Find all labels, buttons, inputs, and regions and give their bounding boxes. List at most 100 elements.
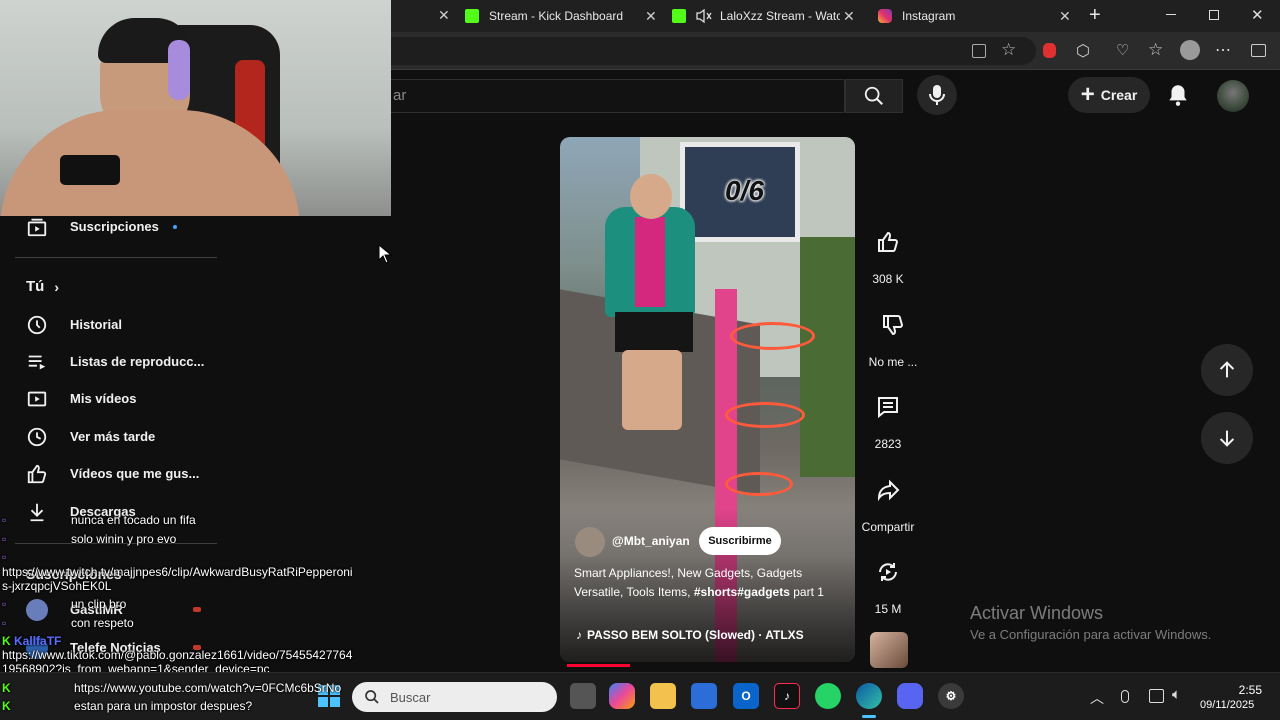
chat-message: https://www.tiktok.com/@pablo.gonzalez16… [2, 648, 353, 662]
extensions-icon[interactable]: ⬡ [1076, 41, 1090, 61]
chat-message: ▫ con respeto [2, 616, 134, 630]
mute-icon[interactable] [696, 9, 712, 23]
chat-message: ▫ un clip bro [2, 597, 126, 611]
short-video-player[interactable]: 0/6 @Mbt_aniyan Suscribirme Smart Applia… [560, 137, 855, 662]
music-info[interactable]: ♪ PASSO BEM SOLTO (Slowed) · ATLXS [576, 628, 804, 642]
arrow-up-icon [1219, 361, 1235, 378]
sidebar-item-liked-videos[interactable]: Vídeos que me gus... [0, 455, 230, 492]
thumbs-up-icon [878, 231, 899, 252]
sidebar-item-your-videos[interactable]: Mis vídeos [0, 380, 230, 417]
maximize-icon[interactable] [1209, 10, 1219, 20]
share-button[interactable] [865, 467, 911, 513]
volume-icon[interactable]: 🔈︎ [1172, 686, 1181, 703]
sidebar-item-history[interactable]: Historial [0, 306, 230, 343]
network-icon[interactable] [1149, 689, 1164, 703]
kick-badge-icon: K [2, 634, 11, 648]
search-button[interactable] [845, 79, 903, 113]
taskbar-search-placeholder: Buscar [390, 689, 431, 705]
channel-avatar[interactable] [575, 527, 605, 557]
favorite-star-icon[interactable]: ☆ [1001, 40, 1016, 60]
comments-action[interactable]: 2823 [848, 384, 928, 451]
sidebar-you-header[interactable]: Tú › [0, 268, 230, 305]
notifications-button[interactable] [1165, 82, 1191, 108]
edge-icon[interactable] [856, 683, 882, 709]
tab-close-icon[interactable]: ✕ [1059, 8, 1071, 25]
sidebar-item-watch-later[interactable]: Ver más tarde [0, 418, 230, 455]
tab-instagram[interactable]: Instagram ✕ [878, 0, 1073, 32]
next-short-button[interactable] [1201, 412, 1253, 464]
new-content-dot [172, 224, 177, 229]
more-options-icon[interactable]: ⋯ [1215, 40, 1232, 60]
phone-in-hand [60, 155, 120, 185]
thumbs-down-icon [883, 315, 904, 336]
copilot-icon[interactable] [609, 683, 635, 709]
chat-text: con respeto [70, 616, 134, 630]
settings-gear-icon[interactable]: ⚙ [938, 683, 964, 709]
outlook-icon[interactable]: O [733, 683, 759, 709]
profile-icon[interactable] [1180, 40, 1200, 60]
browser-essentials-icon[interactable]: ♡ [1116, 41, 1129, 59]
headset-purple [168, 40, 190, 100]
previous-short-button[interactable] [1201, 344, 1253, 396]
tab-close-icon[interactable]: ✕ [843, 8, 855, 25]
minimize-icon[interactable] [1166, 14, 1176, 15]
like-button[interactable] [865, 219, 911, 265]
avatar[interactable] [1217, 80, 1249, 112]
store-icon[interactable] [691, 683, 717, 709]
sidebar-item-playlists[interactable]: Listas de reproducc... [0, 343, 230, 380]
file-explorer-icon[interactable] [650, 683, 676, 709]
new-tab-icon[interactable]: + [1089, 4, 1101, 27]
close-window-icon[interactable]: ✕ [1251, 6, 1264, 24]
you-label: Tú [26, 278, 45, 295]
dislike-action[interactable]: No me ... [853, 302, 933, 369]
search-icon [864, 86, 883, 105]
tab-laloxzz-stream[interactable]: LaloXzz Stream - Watch L ✕ [672, 0, 867, 32]
chat-text: un clip bro [70, 597, 127, 611]
address-bar-input[interactable] [391, 37, 1036, 65]
channel-handle[interactable]: @Mbt_aniyan [612, 534, 690, 548]
share-action[interactable]: Compartir [848, 467, 928, 534]
search-input[interactable]: ar [391, 79, 845, 113]
dislike-button[interactable] [870, 302, 916, 348]
microphone-tray-icon[interactable] [1121, 690, 1129, 703]
create-button[interactable]: + Crear [1068, 77, 1150, 113]
chevron-up-icon[interactable]: ︿ [1090, 688, 1104, 708]
sidebar-toggle-icon[interactable] [1251, 44, 1266, 57]
music-label: PASSO BEM SOLTO (Slowed) · ATLXS [587, 628, 804, 642]
tab-kick-dashboard[interactable]: Stream - Kick Dashboard ✕ [465, 0, 660, 32]
live-dot [192, 607, 201, 612]
comments-button[interactable] [865, 384, 911, 430]
chat-message: ▫ solo winin y pro evo [2, 532, 176, 546]
description-hashtags[interactable]: #shorts#gadgets [694, 585, 790, 599]
remix-button[interactable] [865, 549, 911, 595]
tab-close-icon[interactable]: ✕ [438, 7, 450, 24]
taskbar-search-input[interactable]: Buscar [352, 682, 557, 712]
clock-date[interactable]: 09/11/2025 [1200, 699, 1254, 711]
sound-thumbnail[interactable] [870, 632, 908, 668]
arrow-down-icon [1219, 430, 1235, 447]
sidebar-item-label: Ver más tarde [70, 429, 156, 444]
extension-red-icon[interactable] [1043, 43, 1056, 58]
tiktok-icon[interactable]: ♪ [774, 683, 800, 709]
kick-badge-icon: K [2, 681, 11, 695]
clock-time[interactable]: 2:55 [1236, 683, 1262, 697]
tab-label: Stream - Kick Dashboard [489, 9, 624, 23]
short-overlay-text: 0/6 [725, 175, 764, 206]
description-tail: part 1 [793, 585, 824, 599]
favorites-icon[interactable]: ☆ [1148, 40, 1163, 60]
tab-label: LaloXzz Stream - Watch L [720, 9, 840, 23]
progress-bar-fill [567, 664, 630, 667]
like-action[interactable]: 308 K [848, 219, 928, 286]
voice-search-button[interactable] [917, 75, 957, 115]
app-view-icon[interactable] [972, 44, 986, 58]
discord-icon[interactable] [897, 683, 923, 709]
task-view-icon[interactable] [570, 683, 596, 709]
remix-action[interactable]: 15 M [848, 549, 928, 616]
active-app-indicator [862, 715, 876, 718]
tab-close-icon[interactable]: ✕ [645, 8, 657, 25]
hoop-1 [730, 322, 815, 350]
thumbs-up-icon [25, 462, 49, 486]
bell-icon [1169, 85, 1187, 106]
subscribe-button[interactable]: Suscribirme [699, 527, 781, 555]
whatsapp-icon[interactable] [815, 683, 841, 709]
